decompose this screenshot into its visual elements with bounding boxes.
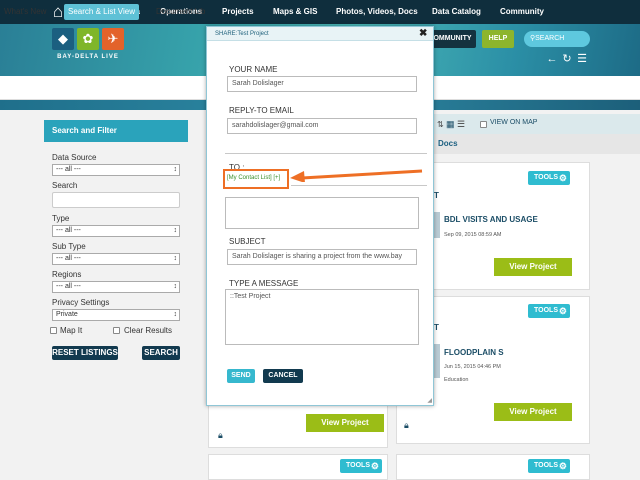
- nav-data-catalog[interactable]: Data Catalog: [432, 0, 481, 24]
- list-menu-icon[interactable]: ☰: [576, 53, 588, 65]
- logo-fish-icon: ◆: [52, 28, 74, 50]
- dialog-title: SHARE:Test Project: [215, 31, 269, 37]
- card-thumbnail[interactable]: [434, 212, 440, 238]
- lock-icon: 🔒︎: [404, 420, 409, 430]
- lock-icon: 🔒︎: [218, 430, 223, 440]
- gear-icon: ⚙: [558, 306, 567, 316]
- docs-header: Docs: [434, 134, 640, 154]
- list-view-icon[interactable]: ☰: [457, 119, 465, 130]
- subtype-label: Sub Type: [52, 242, 86, 251]
- your-name-input[interactable]: Sarah Dolislager: [227, 76, 417, 92]
- reset-listings-button[interactable]: RESET LISTINGS: [52, 346, 118, 360]
- tab-search-list-view[interactable]: Search & List View: [64, 4, 139, 20]
- message-textarea[interactable]: ::Test Project: [225, 289, 419, 345]
- card-title-prefix: T: [434, 323, 439, 332]
- tools-button[interactable]: TOOLS ⚙: [528, 171, 570, 185]
- tab-whats-new[interactable]: What's New: [0, 4, 50, 20]
- divider: [291, 185, 427, 186]
- card-date: Sep 09, 2015 08:59 AM: [444, 232, 502, 238]
- to-recipients-textarea[interactable]: [225, 197, 419, 229]
- my-contact-list-link[interactable]: [My Contact List] [+]: [227, 175, 280, 181]
- privacy-label: Privacy Settings: [52, 298, 110, 307]
- subtype-select[interactable]: --- all ---: [52, 253, 180, 265]
- subject-input[interactable]: Sarah Dolislager is sharing a project fr…: [227, 249, 417, 265]
- card-title[interactable]: BDL VISITS AND USAGE: [444, 215, 538, 224]
- tools-label: TOOLS: [534, 462, 558, 469]
- tab-document-library[interactable]: Document Lib: [152, 4, 209, 20]
- tools-button[interactable]: TOOLS ⚙: [340, 459, 382, 473]
- refresh-icon[interactable]: ↻: [561, 53, 573, 65]
- card-title-prefix: T: [434, 191, 439, 200]
- data-source-label: Data Source: [52, 153, 97, 162]
- send-button[interactable]: SEND: [227, 369, 255, 383]
- site-logo[interactable]: ◆ ✿ ✈ BAY-DELTA LIVE: [52, 28, 124, 74]
- clear-results-checkbox[interactable]: [113, 327, 120, 334]
- help-button[interactable]: HELP: [482, 30, 514, 48]
- regions-select[interactable]: --- all ---: [52, 281, 180, 293]
- message-text: ::Test Project: [230, 293, 271, 300]
- your-name-label: YOUR NAME: [229, 65, 278, 74]
- view-on-map-label: VIEW ON MAP: [490, 119, 538, 126]
- regions-label: Regions: [52, 270, 82, 279]
- card-title[interactable]: FLOODPLAIN S: [444, 348, 504, 357]
- gear-icon: ⚙: [370, 461, 379, 471]
- resize-grip-icon[interactable]: ◢: [427, 397, 432, 404]
- view-project-button[interactable]: View Project: [494, 403, 572, 421]
- arrow-left-icon[interactable]: ←: [546, 53, 558, 65]
- nav-community[interactable]: Community: [500, 0, 544, 24]
- reply-email-input[interactable]: sarahdolislager@gmail.com: [227, 118, 417, 134]
- logo-bird-icon: ✈: [102, 28, 124, 50]
- dialog-title-bar[interactable]: SHARE:Test Project ✖: [207, 27, 433, 41]
- tools-button[interactable]: TOOLS ⚙: [528, 304, 570, 318]
- type-select[interactable]: --- all ---: [52, 225, 180, 237]
- reply-email-label: REPLY-TO EMAIL: [229, 106, 294, 115]
- data-source-select[interactable]: --- all ---: [52, 164, 180, 176]
- message-label: TYPE A MESSAGE: [229, 279, 299, 288]
- search-label: Search: [52, 181, 78, 190]
- grid-view-icon[interactable]: ▦: [446, 119, 455, 130]
- share-project-dialog: SHARE:Test Project ✖ YOUR NAME Sarah Dol…: [206, 26, 434, 406]
- divider: [225, 153, 427, 154]
- sidebar-search-input[interactable]: [52, 192, 180, 208]
- map-it-checkbox[interactable]: [50, 327, 57, 334]
- subject-label: SUBJECT: [229, 237, 266, 246]
- nav-maps-gis[interactable]: Maps & GIS: [273, 0, 317, 24]
- search-placeholder: SEARCH: [535, 35, 565, 42]
- clear-results-label: Clear Results: [124, 326, 173, 335]
- map-it-label: Map It: [60, 326, 83, 335]
- tools-button[interactable]: TOOLS ⚙: [528, 459, 570, 473]
- tools-label: TOOLS: [534, 307, 558, 314]
- sidebar-title: Search and Filter: [44, 120, 188, 142]
- view-on-map-checkbox[interactable]: [480, 121, 487, 128]
- tools-label: TOOLS: [346, 462, 370, 469]
- card-date: Jun 15, 2015 04:46 PM: [444, 364, 501, 370]
- card-tag: Education: [444, 377, 469, 383]
- view-project-button[interactable]: View Project: [494, 258, 572, 276]
- gear-icon: ⚙: [558, 173, 567, 183]
- close-icon[interactable]: ✖: [419, 27, 427, 41]
- annotation-arrow: [290, 169, 423, 182]
- nav-projects[interactable]: Projects: [222, 0, 254, 24]
- sort-icon[interactable]: ⇅: [437, 120, 444, 129]
- gear-icon: ⚙: [558, 461, 567, 471]
- card-thumbnail[interactable]: [434, 344, 440, 378]
- logo-leaf-icon: ✿: [77, 28, 99, 50]
- cancel-button[interactable]: CANCEL: [263, 369, 303, 383]
- privacy-select[interactable]: Private: [52, 309, 180, 321]
- logo-text: BAY-DELTA LIVE: [57, 54, 119, 60]
- view-project-button[interactable]: View Project: [306, 414, 384, 432]
- header-search-input[interactable]: ⚲SEARCH: [524, 31, 590, 47]
- nav-photos-videos-docs[interactable]: Photos, Videos, Docs: [336, 0, 418, 24]
- sidebar-search-button[interactable]: SEARCH: [142, 346, 180, 360]
- type-label: Type: [52, 214, 70, 223]
- tools-label: TOOLS: [534, 174, 558, 181]
